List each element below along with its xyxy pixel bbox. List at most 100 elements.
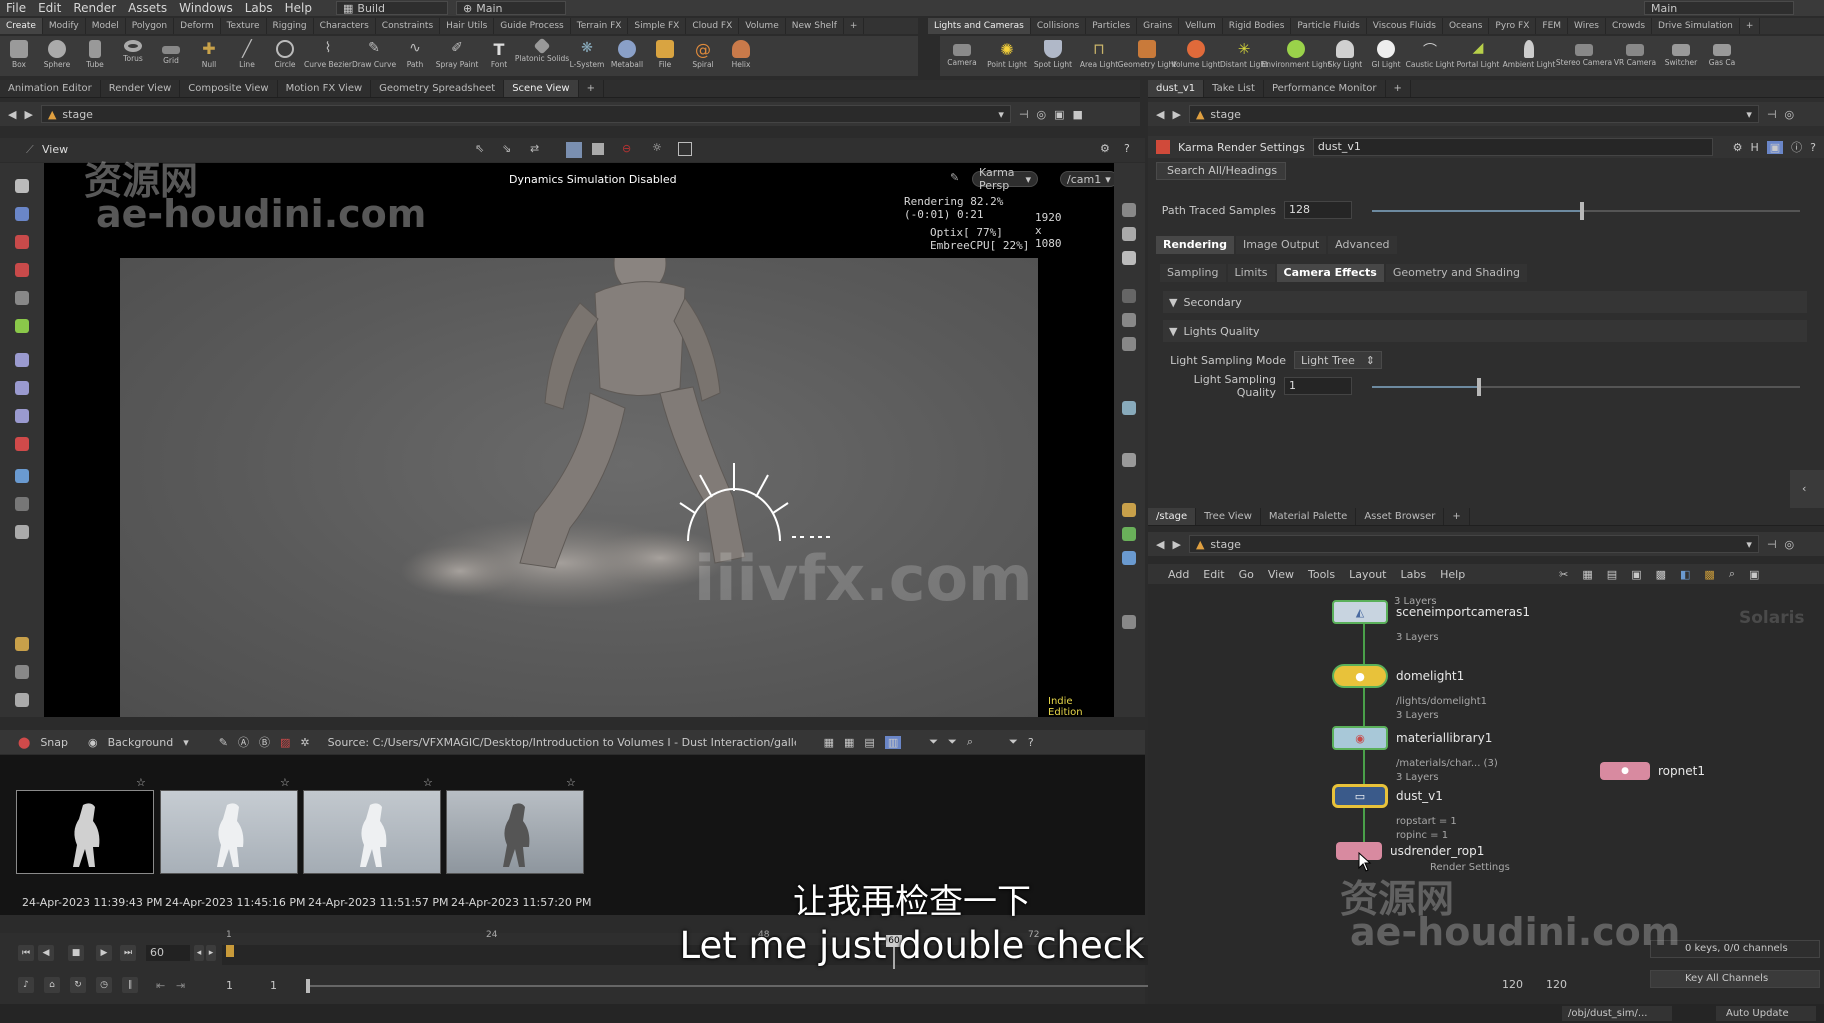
tab-motion-fx-view[interactable]: Motion FX View [278,80,372,97]
add-shelf-icon[interactable]: + [844,18,865,34]
back-arrow-icon[interactable]: ◀ [1156,538,1164,551]
shelf-tab[interactable]: Characters [314,18,376,34]
menu-tools[interactable]: Tools [1308,568,1335,581]
light-quality-field[interactable]: 1 [1284,377,1352,395]
key-icon[interactable]: ⌂ [44,977,60,993]
auto-update-menu[interactable]: Auto Update [1716,1006,1816,1021]
pin-icon[interactable]: ✎ [219,736,228,749]
slider-knob[interactable] [1580,202,1584,220]
tool-gas-camera[interactable]: Gas Ca [1704,36,1740,76]
select-mode-icon[interactable]: ⇘ [502,142,511,155]
star-icon[interactable]: ☆ [423,776,433,789]
scale-icon[interactable] [15,319,29,333]
tab-rendering[interactable]: Rendering [1156,236,1234,254]
light-bulb-icon[interactable]: ☼ [652,141,662,154]
paint-icon[interactable] [15,665,29,679]
range-start-field[interactable]: 1 [270,979,277,992]
brush-icon[interactable] [15,409,29,423]
display-flag-icon[interactable]: ◧ [1680,568,1690,581]
tab-advanced[interactable]: Advanced [1328,236,1397,254]
section-secondary[interactable]: ▼ Secondary [1163,291,1807,313]
shelf-tab[interactable]: Modify [43,18,86,34]
tool-environment-light[interactable]: Environment Light [1262,36,1331,76]
start-frame-field[interactable]: 1 [226,979,233,992]
shelf-tab[interactable]: Particles [1086,18,1138,34]
tool-path[interactable]: ∿ Path [396,36,434,76]
add-tab-icon[interactable]: + [579,80,604,97]
tab-render-view[interactable]: Render View [101,80,181,97]
tool-ambient-light[interactable]: Ambient Light [1502,36,1556,76]
add-tab-icon[interactable]: + [1386,80,1411,97]
shelf-tab[interactable]: Rigging [267,18,314,34]
snapshot-thumbnail[interactable] [446,790,584,874]
grid-view-icon[interactable]: ▦ [824,736,834,749]
pin-icon[interactable]: ⊣ [1767,538,1777,551]
menu-file[interactable]: File [0,1,32,15]
tab-camera-effects[interactable]: Camera Effects [1276,264,1384,282]
shelf-tab[interactable]: Vellum [1179,18,1223,34]
rotate-icon[interactable] [15,291,29,305]
tab-limits[interactable]: Limits [1227,264,1275,282]
menu-go[interactable]: Go [1239,568,1254,581]
filter-remove-icon[interactable]: ⏷ [948,735,957,749]
pin-icon[interactable]: ⊣ [1019,108,1029,121]
link-icon[interactable]: ◎ [1785,108,1795,121]
menu-windows[interactable]: Windows [173,1,239,15]
search-icon[interactable]: ⌕ [967,735,973,749]
shelf-tab[interactable]: Guide Process [494,18,571,34]
node-ropnet1[interactable]: ● ropnet1 [1600,762,1705,780]
node-dust-v1[interactable]: ▭ dust_v1 [1332,784,1443,808]
tool-torus[interactable]: Torus [114,36,152,76]
shelf-tab[interactable]: Drive Simulation [1652,18,1740,34]
end-frame-field[interactable]: 120 [1546,978,1567,991]
fps-icon[interactable]: ∥ [122,977,138,993]
display-mode-icon[interactable] [566,142,582,158]
tool-gi-light[interactable]: GI Light [1366,36,1406,76]
shelf-tab[interactable]: Simple FX [628,18,687,34]
a-icon[interactable]: Ⓐ [238,734,249,750]
tool-spot-light[interactable]: Spot Light [1030,36,1076,76]
view-menu-icon[interactable]: ⟋ [26,143,34,157]
menu-add[interactable]: Add [1168,568,1189,581]
forward-arrow-icon[interactable]: ▶ [24,108,32,121]
slider-knob[interactable] [1477,378,1481,396]
lock-camera-icon[interactable] [1122,227,1136,241]
tool-spray-paint[interactable]: ✐ Spray Paint [434,36,480,76]
shelf-tab[interactable]: Particle Fluids [1291,18,1367,34]
grid-small-icon[interactable]: ▦ [844,736,854,749]
context-selector[interactable]: ⊕ Main [456,1,566,15]
sticky-note-icon[interactable]: ▩ [1656,568,1666,581]
info-icon[interactable]: ⓘ [1791,139,1802,155]
tool-sky-light[interactable]: Sky Light [1324,36,1366,76]
arrow-select-icon[interactable] [15,179,29,193]
camera-view-icon[interactable] [15,497,29,511]
cam-path-menu[interactable]: /cam1 ▾ [1060,171,1118,187]
tab-performance-monitor[interactable]: Performance Monitor [1264,80,1386,97]
tool-point-light[interactable]: ✺ Point Light [984,36,1030,76]
settings-icon[interactable]: ✲ [300,736,309,749]
tool-l-system[interactable]: ❋ L-System [566,36,608,76]
key-all-channels-button[interactable]: Key All Channels [1650,970,1820,988]
tab-dust-v1[interactable]: dust_v1 [1148,80,1205,97]
tab-composite-view[interactable]: Composite View [180,80,278,97]
shelf-tab[interactable]: Constraints [376,18,441,34]
shelf-tab[interactable]: Create [0,18,43,34]
shelf-tab[interactable]: New Shelf [786,18,844,34]
tab-material-palette[interactable]: Material Palette [1261,508,1357,525]
node-sceneimportcameras1[interactable]: ◭ sceneimportcameras1 [1332,600,1530,624]
shelf-tab[interactable]: Terrain FX [571,18,629,34]
background-icon[interactable] [1122,453,1136,467]
compare-icon[interactable]: ▨ [280,736,290,749]
back-arrow-icon[interactable]: ◀ [1156,108,1164,121]
tab-scene-view[interactable]: Scene View [504,80,579,97]
snap-box-icon[interactable] [592,143,604,155]
display-options-icon[interactable] [1122,203,1136,217]
search-headings-field[interactable]: Search All/Headings [1156,162,1286,180]
menu-edit[interactable]: Edit [32,1,67,15]
menu-labs[interactable]: Labs [239,1,279,15]
right-context-selector[interactable]: Main [1644,1,1794,15]
search-icon[interactable]: ⌕ [1729,567,1735,581]
pen-icon[interactable]: ✎ [950,171,959,184]
shelf-tab[interactable]: FEM [1536,18,1569,34]
filter-funnel-icon[interactable]: ⏷ [1009,735,1018,749]
